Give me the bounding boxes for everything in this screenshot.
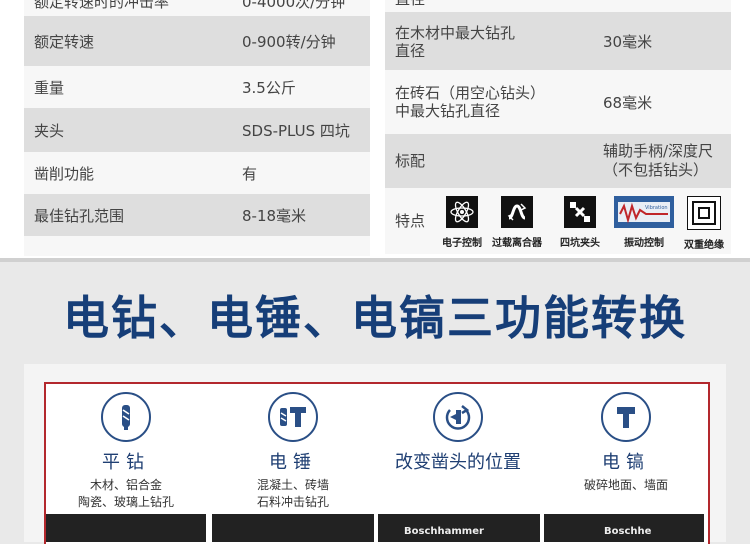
spec-row: 额定转速时的冲击率 0-4000次/分钟 <box>24 0 370 16</box>
spec-label: 额定转速时的冲击率 <box>34 0 170 11</box>
spec-label: 凿削功能 <box>34 164 95 183</box>
spec-row: 重量 3.5公斤 <box>24 66 370 108</box>
mode-title: 改变凿头的位置 <box>395 452 521 473</box>
spec-table-left: 额定转速时的冲击率 0-4000次/分钟 额定转速 0-900转/分钟 重量 3… <box>24 0 370 256</box>
spec-row-spacer <box>24 236 370 256</box>
spec-label: 最佳钻孔范围 <box>34 206 125 225</box>
overload-clutch-icon <box>501 196 533 228</box>
double-insulation-icon <box>687 196 721 230</box>
mode-description: 混凝土、砖墙 石料冲击钻孔 <box>213 477 373 511</box>
features-row: 特点 电子控制 过载离合器 四坑夹头 Vibration 振动控制 双重绝缘 <box>385 188 731 254</box>
mode-hammer-drill: 电锤 混凝土、砖墙 石料冲击钻孔 <box>213 392 373 511</box>
mode-description-line: 陶瓷、玻璃上钻孔 <box>77 495 174 509</box>
four-pit-chuck-icon <box>564 196 596 228</box>
mode-title: 电镐 <box>602 452 650 473</box>
mode-description-line: 木材、铝合金 <box>89 478 162 492</box>
feature-overload-clutch: 过载离合器 <box>485 196 549 249</box>
spec-value: 3.5公斤 <box>242 78 296 97</box>
spec-value: 30毫米 <box>603 32 653 51</box>
feature-caption: 四坑夹头 <box>560 238 600 249</box>
mode-change-chisel-position: 改变凿头的位置 <box>378 392 538 474</box>
spec-row: 夹头 SDS-PLUS 四坑 <box>24 108 370 152</box>
spec-value: 8-18毫米 <box>242 206 307 225</box>
spec-label-line: 中最大钻孔直径 <box>395 102 501 120</box>
feature-caption: 电子控制 <box>442 238 482 249</box>
demolition-hammer-icon <box>601 392 651 442</box>
tool-photo: Boschhammer <box>378 514 540 542</box>
spec-label: 在砖石（用空心钻头） 中最大钻孔直径 <box>395 84 545 120</box>
feature-electronic-control: 电子控制 <box>433 196 491 249</box>
tool-photo: Boschhe <box>544 514 704 542</box>
spec-label-line: 直径 <box>395 42 426 60</box>
feature-four-pit-chuck: 四坑夹头 <box>555 196 605 249</box>
spec-label-line: 在砖石（用空心钻头） <box>395 84 546 102</box>
svg-text:Vibration: Vibration <box>645 205 668 211</box>
spec-row: 在砖石（用空心钻头） 中最大钻孔直径 68毫米 <box>385 70 731 134</box>
spec-row: 直径 <box>385 0 731 12</box>
feature-caption: 振动控制 <box>624 238 664 249</box>
spec-value: 68毫米 <box>603 93 653 112</box>
features-label: 特点 <box>395 212 426 230</box>
spec-section: 额定转速时的冲击率 0-4000次/分钟 额定转速 0-900转/分钟 重量 3… <box>0 0 750 258</box>
mode-title: 平钻 <box>102 452 150 473</box>
section-divider <box>0 258 750 262</box>
vibration-control-icon: Vibration <box>614 196 674 228</box>
feature-vibration-control: Vibration 振动控制 <box>611 196 677 249</box>
mode-demolition-hammer: 电镐 破碎地面、墙面 <box>546 392 706 494</box>
mode-description-line: 混凝土、砖墙 <box>256 478 329 492</box>
chisel-position-icon <box>433 392 483 442</box>
mode-description-line: 破碎地面、墙面 <box>583 478 668 492</box>
feature-caption: 过载离合器 <box>492 238 542 249</box>
mode-title: 电锤 <box>269 452 317 473</box>
spec-row: 凿削功能 有 <box>24 152 370 194</box>
tool-brand-label: Boschhe <box>604 526 652 537</box>
spec-row: 额定转速 0-900转/分钟 <box>24 16 370 66</box>
tool-photo <box>46 514 206 542</box>
spec-value-line: （不包括钻头） <box>603 161 709 179</box>
spec-label-line: 在木材中最大钻孔 <box>395 24 516 42</box>
mode-description-line: 石料冲击钻孔 <box>256 495 329 509</box>
electronic-control-icon <box>446 196 478 228</box>
spec-label: 在木材中最大钻孔 直径 <box>395 24 515 60</box>
spec-label: 标配 <box>395 152 426 170</box>
spec-row: 标配 辅助手柄/深度尺 （不包括钻头） <box>385 134 731 188</box>
tool-brand-label: Boschhammer <box>404 526 484 537</box>
spec-value: 0-900转/分钟 <box>242 32 336 51</box>
spec-table-right: 直径 在木材中最大钻孔 直径 30毫米 在砖石（用空心钻头） 中最大钻孔直径 6… <box>385 0 731 188</box>
spec-value: 0-4000次/分钟 <box>242 0 346 11</box>
mode-description: 破碎地面、墙面 <box>546 477 706 494</box>
spec-value: 有 <box>242 164 258 183</box>
spec-value: SDS-PLUS 四坑 <box>242 121 350 140</box>
spec-value-line: 辅助手柄/深度尺 <box>603 142 714 160</box>
spec-label: 重量 <box>34 78 65 97</box>
drill-bit-icon <box>101 392 151 442</box>
feature-caption: 双重绝缘 <box>684 240 724 251</box>
mode-description: 木材、铝合金 陶瓷、玻璃上钻孔 <box>46 477 206 511</box>
spec-row: 最佳钻孔范围 8-18毫米 <box>24 194 370 236</box>
mode-flat-drill: 平钻 木材、铝合金 陶瓷、玻璃上钻孔 <box>46 392 206 511</box>
spec-label: 额定转速 <box>34 32 95 51</box>
hammer-drill-icon <box>268 392 318 442</box>
spec-label: 直径 <box>395 0 425 8</box>
spec-label: 夹头 <box>34 121 65 140</box>
tool-photo <box>212 514 374 542</box>
feature-double-insulation: 双重绝缘 <box>679 196 729 251</box>
spec-value: 辅助手柄/深度尺 （不包括钻头） <box>603 142 713 180</box>
headline: 电钻、电锤、电镐三功能转换 <box>63 291 687 345</box>
spec-row: 在木材中最大钻孔 直径 30毫米 <box>385 12 731 70</box>
